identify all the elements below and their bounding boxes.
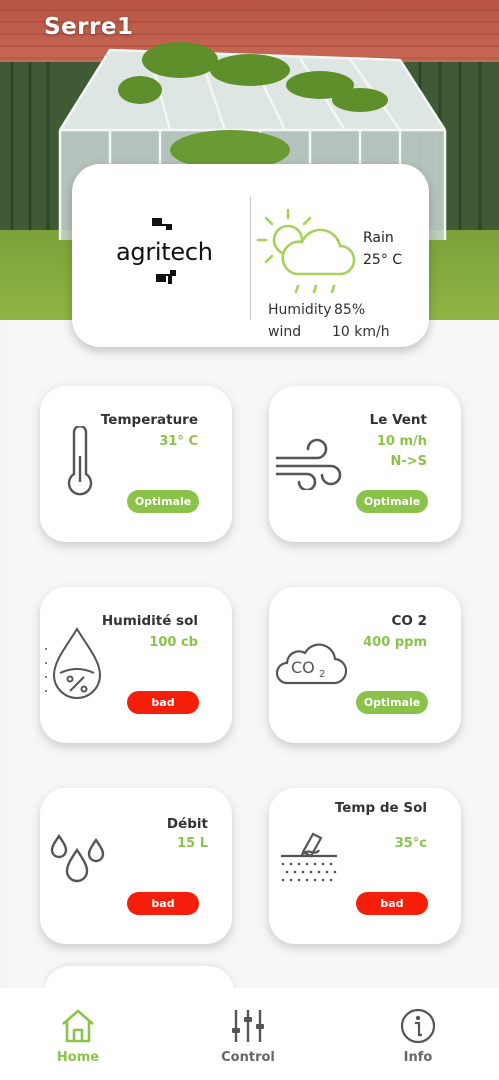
weather-divider: [250, 196, 251, 320]
weather-card: agritech Rain 25° C Humidity 85% wind 10…: [72, 164, 429, 347]
sensor-value: 10 m/h: [376, 434, 427, 449]
svg-text:2: 2: [319, 669, 325, 680]
sensor-card-wind[interactable]: Le Vent 10 m/h N->S Optimale: [269, 386, 461, 542]
nav-label: Control: [221, 1050, 275, 1065]
wind-value: 10 km/h: [332, 324, 390, 340]
sensor-title: Temperature: [100, 412, 198, 428]
page-title: Serre1: [44, 14, 134, 40]
soil-temperature-icon: [281, 832, 337, 882]
nav-item-info[interactable]: Info: [358, 988, 478, 1080]
home-icon: [62, 1009, 94, 1043]
sensor-value: 35°c: [394, 836, 427, 851]
co2-cloud-icon: CO 2: [275, 643, 347, 685]
sensor-value-direction: N->S: [390, 454, 427, 469]
agritech-logo: agritech: [116, 216, 213, 290]
status-badge: Optimale: [127, 490, 199, 513]
sensor-title: CO 2: [391, 613, 427, 629]
sensor-value: 100 cb: [149, 635, 198, 650]
weather-temperature: 25° C: [363, 252, 403, 268]
status-badge: Optimale: [356, 490, 428, 513]
humidity-label: Humidity: [268, 302, 332, 318]
sensor-card-flow[interactable]: Débit 15 L bad: [40, 788, 232, 944]
wind-icon: [275, 438, 342, 490]
status-badge: bad: [356, 892, 428, 915]
sensor-title: Temp de Sol: [334, 800, 427, 816]
humidity-value: 85%: [334, 302, 366, 318]
nav-label: Home: [56, 1050, 100, 1065]
brand-name: agritech: [116, 238, 213, 266]
wind-label: wind: [268, 324, 302, 340]
sensor-card-soil-humidity[interactable]: Humidité sol 100 cb bad: [40, 587, 232, 743]
water-drop-percent-icon: [45, 627, 102, 699]
thermometer-icon: [67, 426, 93, 496]
status-badge: Optimale: [356, 691, 428, 714]
sensor-value: 31° C: [159, 434, 198, 449]
info-icon: [400, 1008, 436, 1044]
sensor-card-co2[interactable]: CO 2 400 ppm CO 2 Optimale: [269, 587, 461, 743]
nav-item-home[interactable]: Home: [18, 988, 138, 1080]
sensor-title: Débit: [166, 816, 208, 832]
nav-item-control[interactable]: Control: [188, 988, 308, 1080]
sensor-title: Humidité sol: [101, 613, 198, 629]
status-badge: bad: [127, 892, 199, 915]
sensor-value: 15 L: [177, 836, 208, 851]
sun-cloud-icon: [256, 208, 356, 294]
status-badge: bad: [127, 691, 199, 714]
sensor-card-soil-temperature[interactable]: Temp de Sol 35°c bad: [269, 788, 461, 944]
svg-text:CO: CO: [291, 658, 315, 677]
water-drops-icon: [50, 833, 105, 883]
nav-label: Info: [403, 1050, 433, 1065]
sensor-card-temperature[interactable]: Temperature 31° C Optimale: [40, 386, 232, 542]
bottom-navigation: Home Control Info: [0, 988, 499, 1080]
sliders-icon: [232, 1010, 264, 1042]
sensor-value: 400 ppm: [363, 635, 427, 650]
weather-condition: Rain: [363, 230, 394, 246]
sensor-title: Le Vent: [369, 412, 427, 428]
